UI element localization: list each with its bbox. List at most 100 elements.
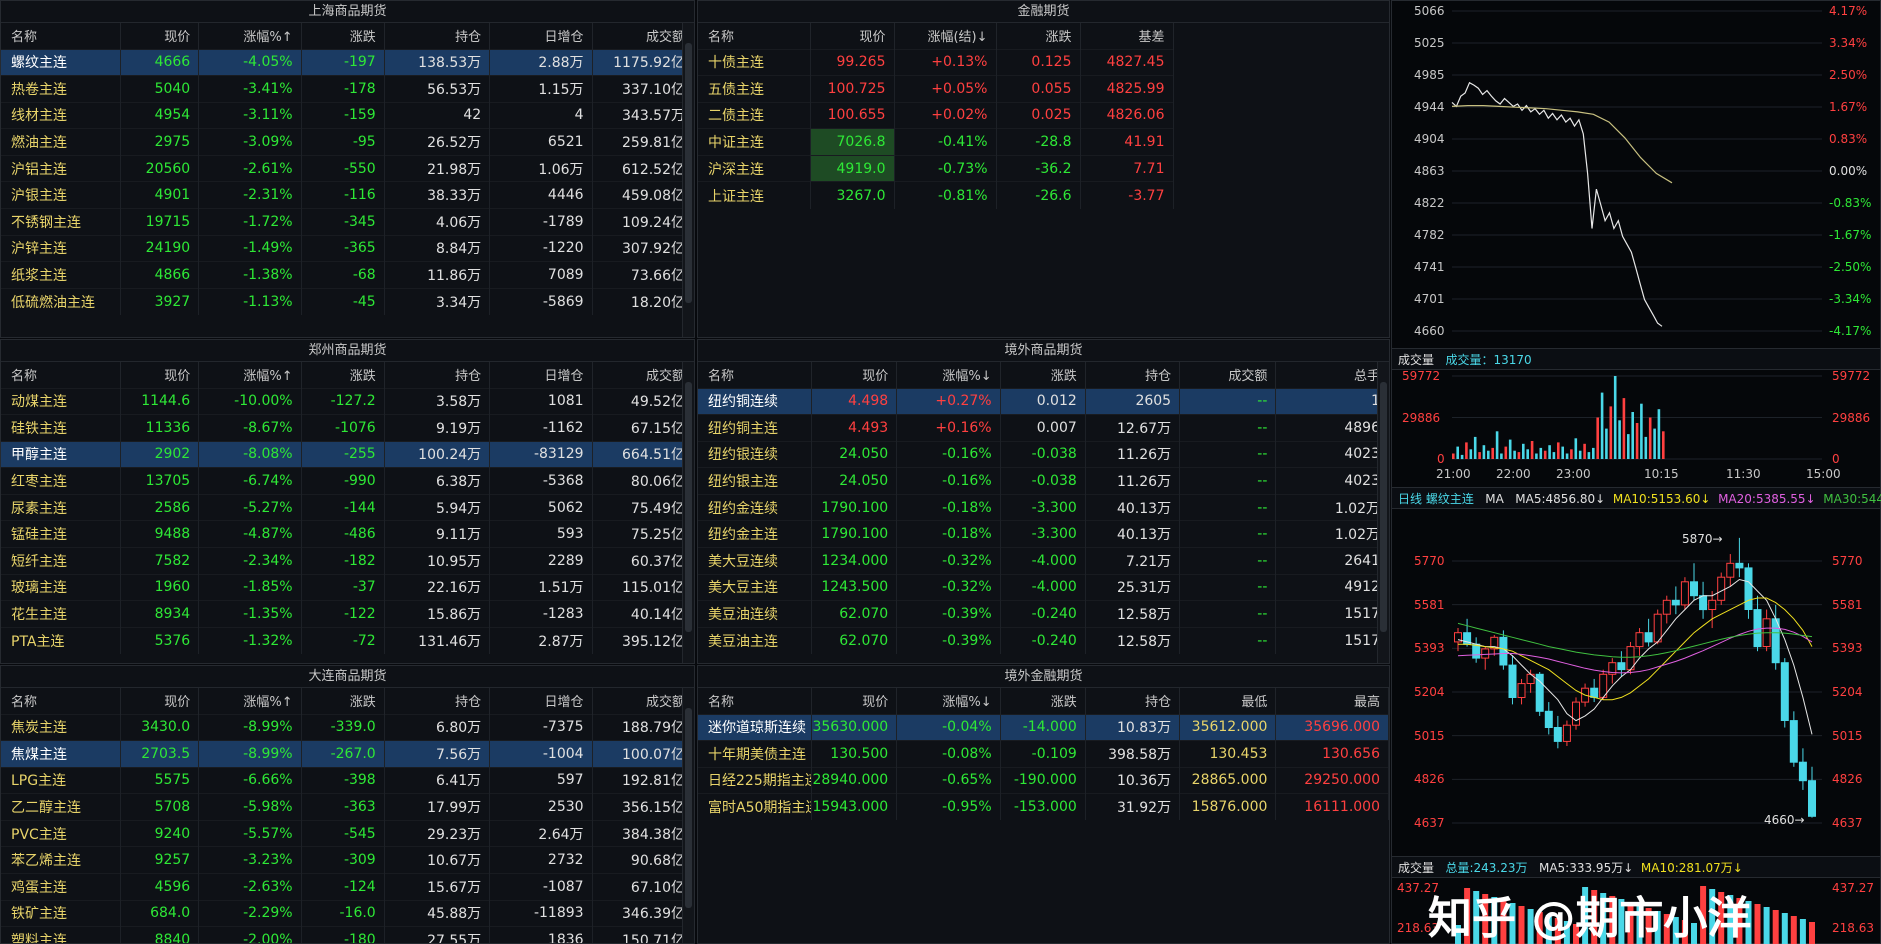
column-header[interactable]: 持仓 <box>1085 688 1181 714</box>
column-header[interactable]: 名称 <box>698 688 813 714</box>
column-header[interactable]: 涨跌 <box>1000 688 1086 714</box>
column-header[interactable]: 最低 <box>1179 688 1277 714</box>
column-header[interactable]: 涨幅%↑ <box>198 23 302 49</box>
table-row[interactable]: 纽约金主连 1790.100 -0.18% -3.300 40.13万 -- 1.02万 <box>698 520 1389 548</box>
table-row[interactable]: 螺纹主连 4666 -4.05% -197 138.53万 2.88万 1175.92亿 <box>1 48 694 76</box>
column-header[interactable]: 最高 <box>1275 688 1389 714</box>
table-row[interactable]: 硅铁主连 11336 -8.67% -1076 9.19万 -1162 67.15亿 <box>1 414 694 442</box>
row-cell: -8.08% <box>198 440 302 468</box>
table-row[interactable]: 上证主连 3267.0 -0.81% -26.6 -3.77 <box>698 181 1174 209</box>
scrollbar[interactable] <box>682 23 694 337</box>
scrollbar[interactable] <box>682 362 694 663</box>
column-header[interactable]: 成交额 <box>592 23 694 49</box>
table-row[interactable]: 纽约银连续 24.050 -0.16% -0.038 11.26万 -- 4023 <box>698 440 1389 468</box>
table-header: 名称 现价 涨幅(结)↓ 涨跌 基差 <box>698 23 1174 49</box>
table-row[interactable]: 五债主连 100.725 +0.05% 0.055 4825.99 <box>698 75 1174 103</box>
column-header[interactable]: 涨跌 <box>301 23 385 49</box>
table-row[interactable]: 美豆油主连 62.070 -0.39% -0.240 12.58万 -- 1517 <box>698 626 1389 654</box>
table-row[interactable]: 迷你道琼斯连续 35630.000 -0.04% -14.000 10.83万 35612… <box>698 713 1389 741</box>
column-header[interactable]: 现价 <box>120 688 200 714</box>
column-header[interactable]: 成交额 <box>592 362 694 388</box>
table-row[interactable]: 纽约铜连续 4.498 +0.27% 0.012 2605 -- 1 <box>698 387 1389 415</box>
column-header[interactable]: 涨幅%↓ <box>896 688 1001 714</box>
column-header[interactable]: 涨跌 <box>996 23 1081 49</box>
column-header[interactable]: 涨幅%↓ <box>896 362 1001 388</box>
column-header[interactable]: 总手 <box>1275 362 1389 388</box>
column-header[interactable]: 涨幅%↑ <box>198 362 302 388</box>
row-cell: -190.000 <box>1000 766 1086 794</box>
column-header[interactable]: 持仓 <box>384 23 491 49</box>
table-row[interactable]: 不锈钢主连 19715 -1.72% -345 4.06万 -1789 109.24亿 <box>1 208 694 236</box>
table-row[interactable]: 铁矿主连 684.0 -2.29% -16.0 45.88万 -11893 346.39亿 <box>1 899 694 927</box>
table-row[interactable]: 鸡蛋主连 4596 -2.63% -124 15.67万 -1087 67.10亿 <box>1 873 694 901</box>
table-row[interactable]: 热卷主连 5040 -3.41% -178 56.53万 1.15万 337.10亿 <box>1 75 694 103</box>
table-row[interactable]: 低硫燃油主连 3927 -1.13% -45 3.34万 -5869 18.20亿 <box>1 287 694 315</box>
table-row[interactable]: 短纤主连 7582 -2.34% -182 10.95万 2289 60.37亿 <box>1 547 694 575</box>
column-header[interactable]: 现价 <box>811 362 898 388</box>
table-row[interactable]: 沪银主连 4901 -2.31% -116 38.33万 4446 459.08亿 <box>1 181 694 209</box>
table-row[interactable]: 甲醇主连 2902 -8.08% -255 100.24万 -83129 664.51亿 <box>1 440 694 468</box>
table-row[interactable]: 纽约金连续 1790.100 -0.18% -3.300 40.13万 -- 1.02万 <box>698 493 1389 521</box>
column-header[interactable]: 成交额 <box>1179 362 1277 388</box>
column-header[interactable]: 日增仓 <box>489 362 593 388</box>
table-row[interactable]: PTA主连 5376 -1.32% -72 131.46万 2.87万 395.12亿 <box>1 626 694 654</box>
column-header[interactable]: 基差 <box>1080 23 1174 49</box>
table-row[interactable]: 动煤主连 1144.6 -10.00% -127.2 3.58万 1081 49.52亿 <box>1 387 694 415</box>
intraday-tick-left: 4863 <box>1414 164 1445 178</box>
column-header[interactable]: 名称 <box>1 23 122 49</box>
column-header[interactable]: 成交额 <box>592 688 694 714</box>
column-header[interactable]: 持仓 <box>1085 362 1181 388</box>
table-row[interactable]: 花生主连 8934 -1.35% -122 15.86万 -1283 40.14亿 <box>1 600 694 628</box>
ma10-label: MA10:5153.60↓ <box>1612 492 1711 506</box>
column-header[interactable]: 涨幅(结)↓ <box>894 23 997 49</box>
table-row[interactable]: 沪铝主连 20560 -2.61% -550 21.98万 1.06万 612.52亿 <box>1 154 694 182</box>
table-row[interactable]: 十年期美债主连 130.500 -0.08% -0.109 398.58万 130.453… <box>698 740 1389 768</box>
table-row[interactable]: 美大豆主连 1243.500 -0.32% -4.000 25.31万 -- 4912 <box>698 573 1389 601</box>
column-header[interactable]: 现价 <box>811 688 898 714</box>
table-row[interactable]: 富时A50期指主连 15943.000 -0.95% -153.000 31.92万 15… <box>698 793 1389 821</box>
row-cell: 1144.6 <box>120 387 200 415</box>
column-header[interactable]: 名称 <box>1 688 122 714</box>
table-row[interactable]: 尿素主连 2586 -5.27% -144 5.94万 5062 75.49亿 <box>1 493 694 521</box>
table-row[interactable]: 红枣主连 13705 -6.74% -990 6.38万 -5368 80.06亿 <box>1 467 694 495</box>
column-header[interactable]: 名称 <box>1 362 122 388</box>
table-row[interactable]: 中证主连 7026.8 -0.41% -28.8 41.91 <box>698 128 1174 156</box>
table-row[interactable]: 乙二醇主连 5708 -5.98% -363 17.99万 2530 356.15亿 <box>1 793 694 821</box>
table-row[interactable]: PVC主连 9240 -5.57% -545 29.23万 2.64万 384.38亿 <box>1 819 694 847</box>
column-header[interactable]: 现价 <box>810 23 895 49</box>
table-row[interactable]: 二债主连 100.655 +0.02% 0.025 4826.06 <box>698 101 1174 129</box>
table-row[interactable]: 美豆油连续 62.070 -0.39% -0.240 12.58万 -- 1517 <box>698 600 1389 628</box>
column-header[interactable]: 涨跌 <box>301 688 385 714</box>
scrollbar[interactable] <box>682 688 694 943</box>
table-row[interactable]: 线材主连 4954 -3.11% -159 42 4 343.57万 <box>1 101 694 129</box>
table-row[interactable]: LPG主连 5575 -6.66% -398 6.41万 597 192.81亿 <box>1 766 694 794</box>
table-row[interactable]: 焦煤主连 2703.5 -8.99% -267.0 7.56万 -1004 100.07亿 <box>1 740 694 768</box>
table-row[interactable]: 纸浆主连 4866 -1.38% -68 11.86万 7089 73.66亿 <box>1 261 694 289</box>
column-header[interactable]: 名称 <box>698 23 811 49</box>
table-row[interactable]: 玻璃主连 1960 -1.85% -37 22.16万 1.51万 115.01亿 <box>1 573 694 601</box>
column-header[interactable]: 涨幅%↑ <box>198 688 302 714</box>
table-row[interactable]: 纽约铜主连 4.493 +0.16% 0.007 12.67万 -- 4896 <box>698 414 1389 442</box>
table-row[interactable]: 沪锌主连 24190 -1.49% -365 8.84万 -1220 307.92亿 <box>1 234 694 262</box>
column-header[interactable]: 日增仓 <box>489 688 593 714</box>
table-row[interactable]: 锰硅主连 9488 -4.87% -486 9.11万 593 75.25亿 <box>1 520 694 548</box>
column-header[interactable]: 涨跌 <box>1000 362 1086 388</box>
table-row[interactable]: 燃油主连 2975 -3.09% -95 26.52万 6521 259.81亿 <box>1 128 694 156</box>
table-row[interactable]: 塑料主连 8840 -2.00% -180 27.55万 1836 150.71亿 <box>1 926 694 943</box>
table-row[interactable]: 日经225期指主连 28940.000 -0.65% -190.000 10.36万 28… <box>698 766 1389 794</box>
scrollbar[interactable] <box>1377 362 1389 663</box>
column-header[interactable]: 持仓 <box>384 362 491 388</box>
table-row[interactable]: 焦炭主连 3430.0 -8.99% -339.0 6.80万 -7375 188.79亿 <box>1 713 694 741</box>
time-label: 23:00 <box>1556 467 1591 481</box>
table-row[interactable]: 沪深主连 4919.0 -0.73% -36.2 7.71 <box>698 154 1174 182</box>
column-header[interactable]: 名称 <box>698 362 813 388</box>
table-row[interactable]: 美大豆连续 1234.000 -0.32% -4.000 7.21万 -- 2641 <box>698 547 1389 575</box>
column-header[interactable]: 现价 <box>120 23 200 49</box>
column-header[interactable]: 涨跌 <box>301 362 385 388</box>
column-header[interactable]: 持仓 <box>384 688 491 714</box>
column-header[interactable]: 现价 <box>120 362 200 388</box>
column-header[interactable]: 日增仓 <box>489 23 593 49</box>
table-row[interactable]: 十债主连 99.265 +0.13% 0.125 4827.45 <box>698 48 1174 76</box>
table-row[interactable]: 苯乙烯主连 9257 -3.23% -309 10.67万 2732 90.68亿 <box>1 846 694 874</box>
table-row[interactable]: 纽约银主连 24.050 -0.16% -0.038 11.26万 -- 4023 <box>698 467 1389 495</box>
